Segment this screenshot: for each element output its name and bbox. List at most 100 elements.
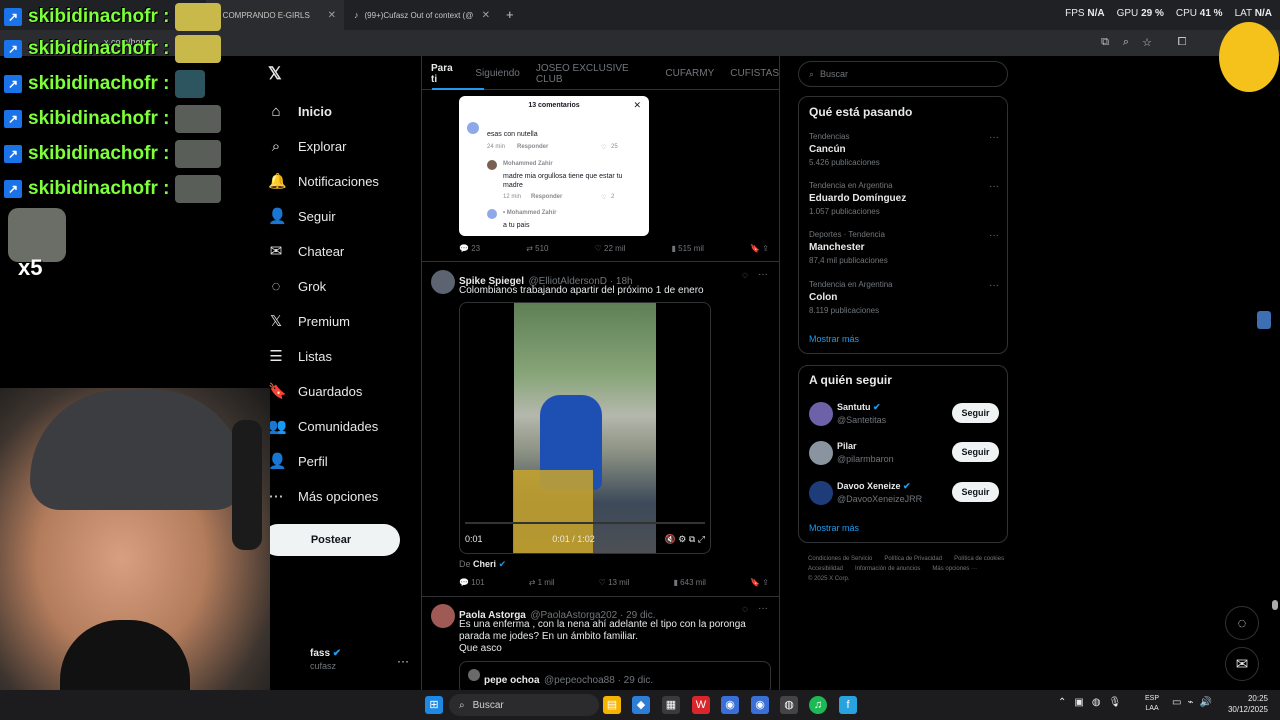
follow-show-more[interactable]: Mostrar más — [809, 523, 859, 533]
account-more-icon[interactable]: ··· — [397, 654, 409, 668]
follow-button[interactable]: Seguir — [952, 482, 999, 502]
tweet-image-comments[interactable]: 13 comentarios ✕ esas con nutella 24 min… — [459, 96, 649, 236]
nav-item-inicio[interactable]: ⌂ Inicio — [268, 96, 331, 126]
trend-item[interactable]: Tendencia en Argentina Colon 8.119 publica… — [809, 280, 999, 315]
app-icon-3[interactable]: f — [839, 696, 857, 714]
tab-cufistas[interactable]: CUFISTAS — [730, 68, 779, 79]
nav-item-explorar[interactable]: ⌕ Explorar — [268, 131, 347, 161]
trend-item[interactable]: Tendencia en Argentina Eduardo Domínguez 1… — [809, 181, 999, 216]
avatar[interactable] — [431, 270, 455, 294]
trends-show-more[interactable]: Mostrar más — [809, 334, 859, 344]
cast-icon[interactable]: ⧉ — [1098, 36, 1112, 50]
file-explorer-icon[interactable]: ▤ — [603, 696, 621, 714]
clock[interactable]: 20:25 30/12/2025 — [1228, 693, 1268, 715]
nav-item-label: Seguir — [298, 208, 336, 224]
footer-link[interactable]: Accesibilidad — [808, 566, 843, 572]
start-icon[interactable]: ⊞ — [425, 696, 443, 714]
trend-name: Colon — [809, 292, 838, 303]
like-action[interactable]: ♡ 22 mil — [595, 244, 626, 253]
video-control-icons[interactable]: 🔇 ⚙ ⧉ ⤢ — [665, 534, 705, 545]
star-icon[interactable]: ☆ — [1140, 36, 1154, 50]
views-action[interactable]: ▮ 643 mil — [674, 578, 706, 587]
nav-item-notificaciones[interactable]: 🔔 Notificaciones — [268, 166, 379, 196]
app-icon-2[interactable]: ◍ — [780, 696, 798, 714]
footer-link[interactable]: Información de anuncios — [855, 566, 920, 572]
chrome-icon[interactable]: ◉ — [721, 696, 739, 714]
more-icon[interactable]: ··· — [758, 269, 768, 280]
grok-icon[interactable]: ◌ — [742, 604, 748, 615]
nav-item-grok[interactable]: ◌ Grok — [268, 271, 327, 301]
store-icon[interactable]: ▦ — [662, 696, 680, 714]
trend-item[interactable]: Deportes · Tendencia Manchester 87,4 mil p… — [809, 230, 999, 265]
chrome-icon-2[interactable]: ◉ — [751, 696, 769, 714]
spotify-icon[interactable]: ♫ — [809, 696, 827, 714]
bookmark-icon[interactable]: 🔖 ⇪ — [750, 578, 769, 587]
nav-item-chatear[interactable]: ✉ Chatear — [268, 236, 345, 266]
post-button[interactable]: Postear — [262, 524, 400, 556]
account-name[interactable]: fass ✔ — [310, 648, 341, 659]
follow-suggestion[interactable]: Santutu ✔ @Santetitas Seguir — [809, 401, 999, 427]
copilot-icon[interactable]: ◆ — [632, 696, 650, 714]
video-progress-bar[interactable] — [465, 522, 705, 524]
tab-title: COMPRANDO E-GIRLS — [222, 10, 310, 20]
language-indicator[interactable]: ESP LAA — [1145, 694, 1159, 714]
follow-handle: @pilarmbaron — [837, 454, 894, 464]
tab-siguiendo[interactable]: Siguiendo — [475, 68, 519, 79]
close-tab-icon[interactable]: ✕ — [328, 10, 336, 21]
more-icon[interactable]: ··· — [758, 603, 768, 614]
nav-item-listas[interactable]: ☰ Listas — [268, 341, 332, 371]
bookmark-icon[interactable]: 🔖 ⇪ — [750, 244, 769, 253]
nav-item-seguir[interactable]: 👤 Seguir — [268, 201, 336, 231]
footer-link[interactable]: Más opciones ··· — [932, 566, 977, 572]
taskbar-search[interactable]: ⌕ Buscar — [449, 694, 599, 716]
footer-link[interactable]: Condiciones de Servicio — [808, 556, 872, 562]
like-action[interactable]: ♡ 13 mil — [599, 578, 630, 587]
follow-button[interactable]: Seguir — [952, 403, 999, 423]
trend-more-icon[interactable]: ··· — [989, 280, 999, 291]
repost-action[interactable]: ⇄ 510 — [526, 244, 548, 253]
messages-float-button[interactable]: ✉ — [1225, 647, 1259, 681]
search-input[interactable]: ⌕ Buscar — [798, 61, 1008, 87]
browser-tab-2[interactable]: ♪ (99+)Cufasz Out of context (@ ✕ — [346, 0, 498, 30]
from-name[interactable]: Cheri — [473, 559, 496, 569]
grok-float-button[interactable]: ◌ — [1225, 606, 1259, 640]
app-icon[interactable]: W — [692, 696, 710, 714]
like-count: 13 mil — [608, 578, 630, 587]
nav-item-comunidades[interactable]: 👥 Comunidades — [268, 411, 378, 441]
tab-joseo[interactable]: JOSEO EXCLUSIVE CLUB — [536, 63, 650, 85]
grok-icon[interactable]: ◌ — [742, 270, 748, 281]
trend-item[interactable]: Tendencias Cancún 5.426 publicaciones ··· — [809, 132, 999, 167]
footer-link[interactable]: Política de cookies — [954, 556, 1004, 562]
tab-para-ti[interactable]: Para ti — [431, 63, 459, 85]
system-tray-icons[interactable]: ▭⌁🔊 — [1172, 697, 1218, 708]
trend-name: Manchester — [809, 242, 865, 253]
browser-tab-1[interactable]: )COMPRANDO E-GIRLS ✕ — [206, 0, 344, 30]
nav-item-m-s-opciones[interactable]: ⋯ Más opciones — [268, 481, 379, 511]
footer-link[interactable]: Política de Privacidad — [884, 556, 942, 562]
follow-suggestion[interactable]: Davoo Xeneize ✔ @DavooXeneizeJRR Seguir — [809, 480, 999, 506]
trend-more-icon[interactable]: ··· — [989, 132, 999, 143]
microphone-icon[interactable] — [1257, 311, 1271, 329]
trend-more-icon[interactable]: ··· — [989, 230, 999, 241]
nav-item-premium[interactable]: 𝕏 Premium — [268, 306, 350, 336]
reply-action[interactable]: 💬 23 — [459, 244, 480, 253]
new-tab-button[interactable]: + — [506, 7, 514, 22]
follow-handle: @DavooXeneizeJRR — [837, 494, 923, 504]
views-action[interactable]: ▮ 515 mil — [672, 244, 704, 253]
follow-button[interactable]: Seguir — [952, 442, 999, 462]
extensions-icon[interactable]: ⧠ — [1175, 36, 1189, 50]
zoom-icon[interactable]: ⌕ — [1119, 36, 1133, 50]
tweet-actions: 💬 101 ⇄ 1 mil ♡ 13 mil ▮ 643 mil 🔖 ⇪ — [459, 578, 769, 587]
nav-item-guardados[interactable]: 🔖 Guardados — [268, 376, 362, 406]
x-logo-icon[interactable]: 𝕏 — [268, 64, 282, 84]
reply-action[interactable]: 💬 101 — [459, 578, 485, 587]
tray-icons[interactable]: ⌃▣◍🎙 — [1058, 697, 1129, 708]
tab-cufarmy[interactable]: CUFARMY — [665, 68, 714, 79]
nav-item-perfil[interactable]: 👤 Perfil — [268, 446, 328, 476]
avatar[interactable] — [431, 604, 455, 628]
repost-action[interactable]: ⇄ 1 mil — [529, 578, 555, 587]
close-tab-icon[interactable]: ✕ — [482, 10, 490, 21]
scrollbar-thumb[interactable] — [1272, 600, 1278, 610]
follow-suggestion[interactable]: Pilar @pilarmbaron Seguir — [809, 440, 999, 466]
trend-more-icon[interactable]: ··· — [989, 181, 999, 192]
